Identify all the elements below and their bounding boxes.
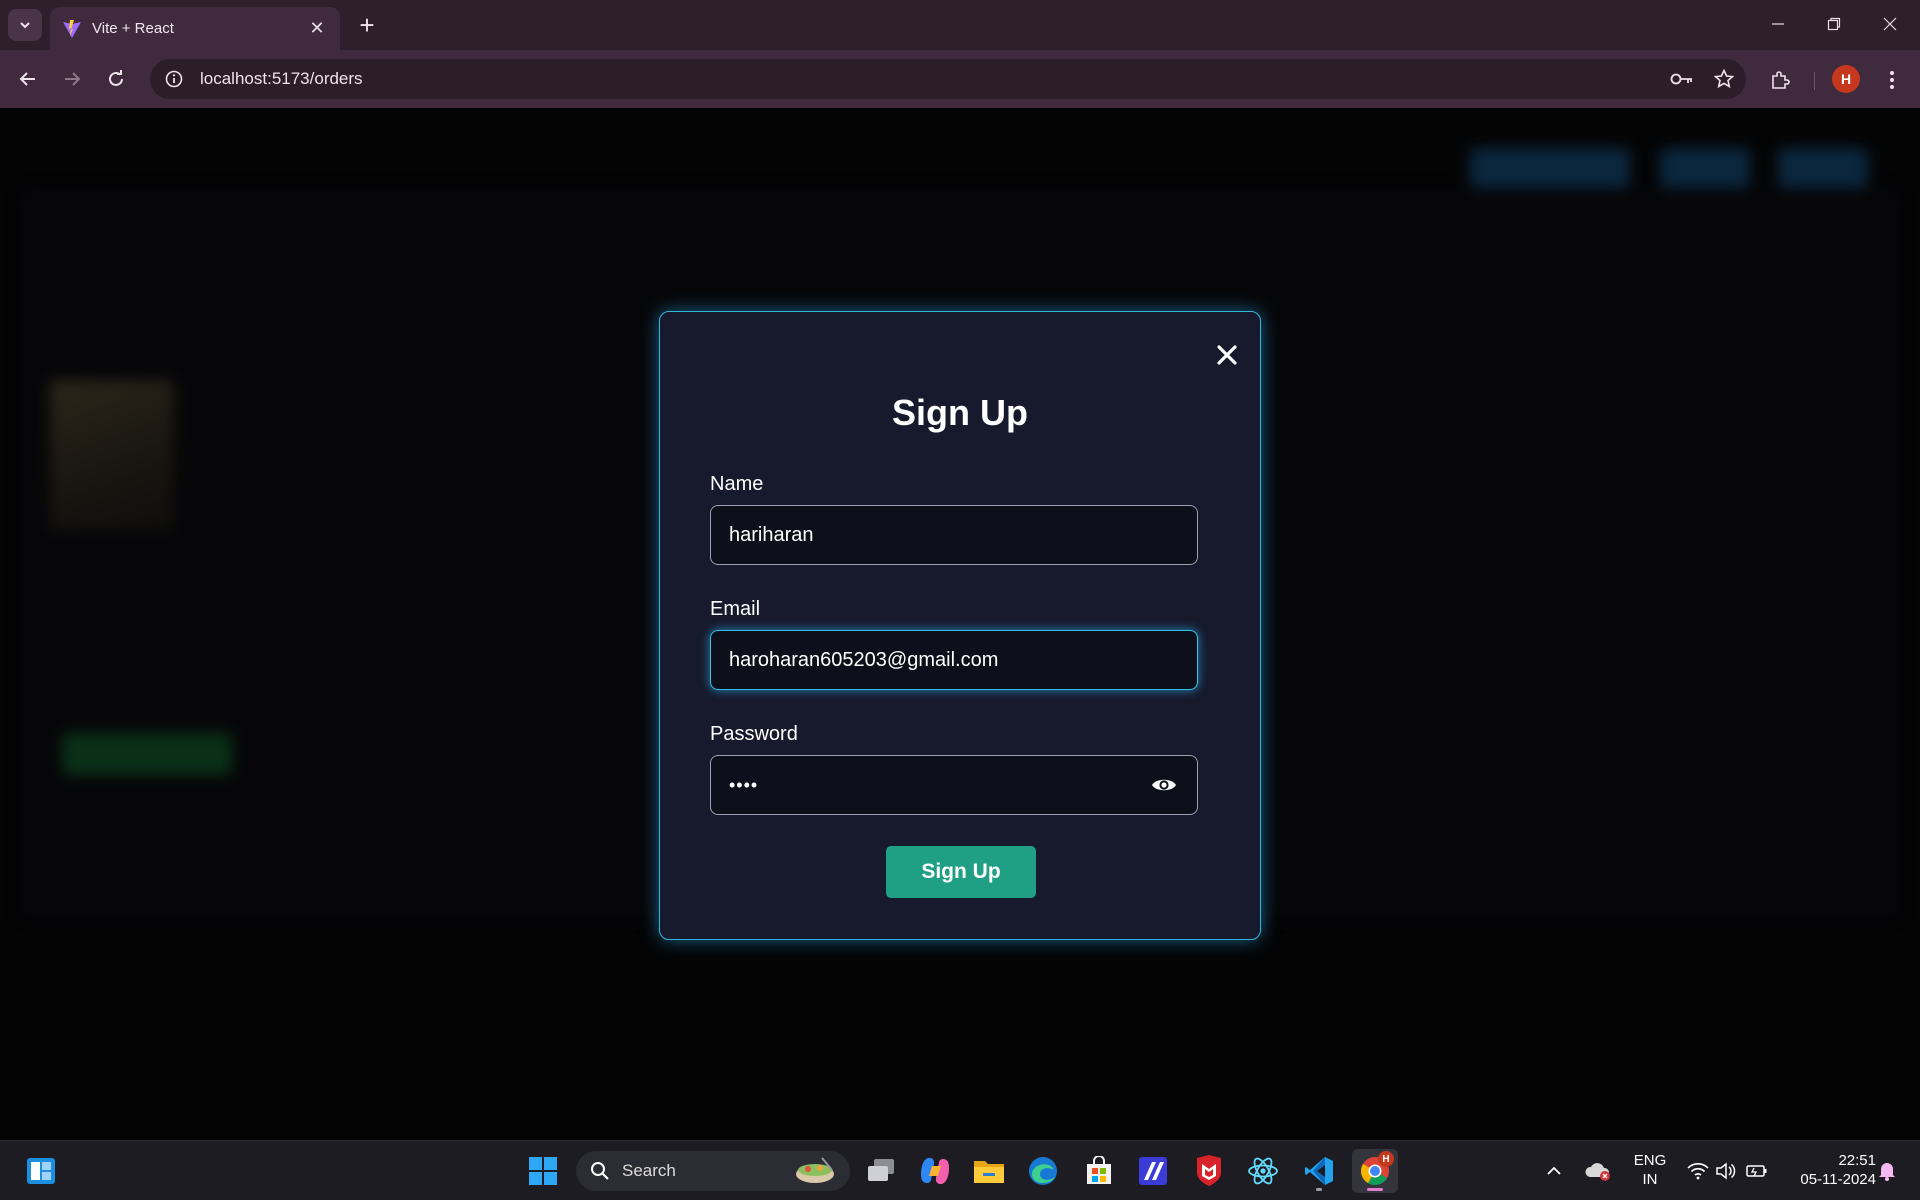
- url-text[interactable]: localhost:5173/orders: [200, 69, 1662, 89]
- email-label: Email: [710, 598, 761, 620]
- power-automate-icon[interactable]: [1130, 1149, 1176, 1193]
- file-explorer-icon[interactable]: [966, 1149, 1012, 1193]
- language-line-1: ENG: [1633, 1152, 1667, 1169]
- password-key-icon[interactable]: [1662, 59, 1702, 99]
- password-input[interactable]: ••••: [710, 755, 1198, 815]
- search-highlight-bowl-icon: [796, 1157, 834, 1183]
- wifi-icon[interactable]: [1684, 1149, 1712, 1193]
- toolbar-divider: [1814, 72, 1815, 90]
- signup-submit-button[interactable]: Sign Up: [886, 846, 1036, 898]
- name-input[interactable]: hariharan: [710, 505, 1198, 565]
- chrome-icon[interactable]: H: [1352, 1149, 1398, 1193]
- chrome-profile-badge: H: [1378, 1151, 1394, 1167]
- extensions-button[interactable]: [1762, 62, 1798, 98]
- minimize-icon: [1772, 23, 1784, 25]
- address-bar[interactable]: localhost:5173/orders: [150, 59, 1746, 99]
- window-restore-button[interactable]: [1806, 0, 1862, 48]
- reload-button[interactable]: [98, 61, 134, 97]
- copilot-icon[interactable]: [912, 1149, 958, 1193]
- battery-icon[interactable]: [1742, 1149, 1772, 1193]
- modal-title: Sign Up: [892, 392, 1028, 433]
- chrome-active-indicator: [1367, 1188, 1383, 1191]
- forward-button[interactable]: [54, 61, 90, 97]
- task-view-icon[interactable]: [858, 1149, 904, 1193]
- taskbar-search-placeholder: Search: [622, 1161, 676, 1180]
- taskbar-search-box[interactable]: Search: [576, 1151, 850, 1191]
- volume-icon[interactable]: [1712, 1149, 1740, 1193]
- more-vertical-icon: [1890, 71, 1894, 89]
- window-close-button[interactable]: [1862, 0, 1918, 48]
- email-input-value: haroharan605203@gmail.com: [729, 648, 999, 671]
- vite-favicon-icon: [63, 19, 81, 38]
- widgets-icon[interactable]: [18, 1149, 64, 1193]
- tab-title: Vite + React: [92, 20, 174, 37]
- vscode-running-indicator: [1316, 1188, 1322, 1191]
- browser-tab-active[interactable]: Vite + React ✕: [50, 7, 340, 50]
- language-line-2: IN: [1642, 1171, 1658, 1188]
- tab-close-icon[interactable]: ✕: [306, 18, 328, 39]
- signup-modal: Sign Up Name hariharan Email haroharan60…: [659, 311, 1261, 940]
- close-icon: [1883, 17, 1897, 31]
- restore-icon: [1827, 17, 1841, 31]
- clock-date: 05-11-2024: [1800, 1171, 1876, 1188]
- reload-icon: [109, 70, 123, 86]
- chevron-down-icon: [20, 22, 30, 29]
- onedrive-error-icon[interactable]: [1580, 1149, 1616, 1193]
- clock-time: 22:51: [1838, 1152, 1876, 1169]
- clock[interactable]: 22:51 05-11-2024: [1780, 1151, 1876, 1189]
- modal-close-button[interactable]: [1212, 340, 1242, 370]
- show-hidden-icons-chevron-icon[interactable]: [1540, 1149, 1568, 1193]
- email-input[interactable]: haroharan605203@gmail.com: [710, 630, 1198, 690]
- back-button[interactable]: [10, 61, 46, 97]
- arrow-right-icon: [65, 72, 81, 86]
- browser-menu-button[interactable]: [1874, 62, 1910, 98]
- name-input-value: hariharan: [729, 523, 814, 546]
- site-info-icon[interactable]: [154, 59, 194, 99]
- input-language-indicator[interactable]: ENG IN: [1628, 1151, 1672, 1189]
- windows-start-icon[interactable]: [520, 1149, 566, 1193]
- search-icon: [591, 1162, 609, 1180]
- browser-tab-strip: Vite + React ✕ +: [0, 0, 1920, 50]
- puzzle-icon: [1772, 71, 1790, 89]
- profile-avatar[interactable]: H: [1832, 65, 1860, 93]
- page-viewport: Sign Up Name hariharan Email haroharan60…: [0, 108, 1920, 1140]
- edge-browser-icon[interactable]: [1020, 1149, 1066, 1193]
- tab-search-button[interactable]: [8, 9, 42, 41]
- mcafee-icon[interactable]: [1186, 1149, 1232, 1193]
- react-devtools-icon[interactable]: [1240, 1149, 1286, 1193]
- browser-toolbar: localhost:5173/orders H: [0, 50, 1920, 108]
- window-minimize-button[interactable]: [1750, 0, 1806, 48]
- vscode-icon[interactable]: [1296, 1149, 1342, 1193]
- name-label: Name: [710, 473, 764, 495]
- show-password-eye-icon[interactable]: [1149, 770, 1179, 800]
- close-icon: [1217, 345, 1237, 365]
- windows-taskbar: Search H ENG IN 22:51 05-11-2024: [0, 1140, 1920, 1200]
- password-label: Password: [710, 723, 798, 745]
- microsoft-store-icon[interactable]: [1076, 1149, 1122, 1193]
- password-input-value: ••••: [729, 774, 759, 795]
- arrow-left-icon: [19, 72, 35, 86]
- notification-bell-icon[interactable]: [1872, 1149, 1902, 1193]
- bookmark-star-icon[interactable]: [1704, 59, 1744, 99]
- new-tab-button[interactable]: +: [352, 10, 382, 40]
